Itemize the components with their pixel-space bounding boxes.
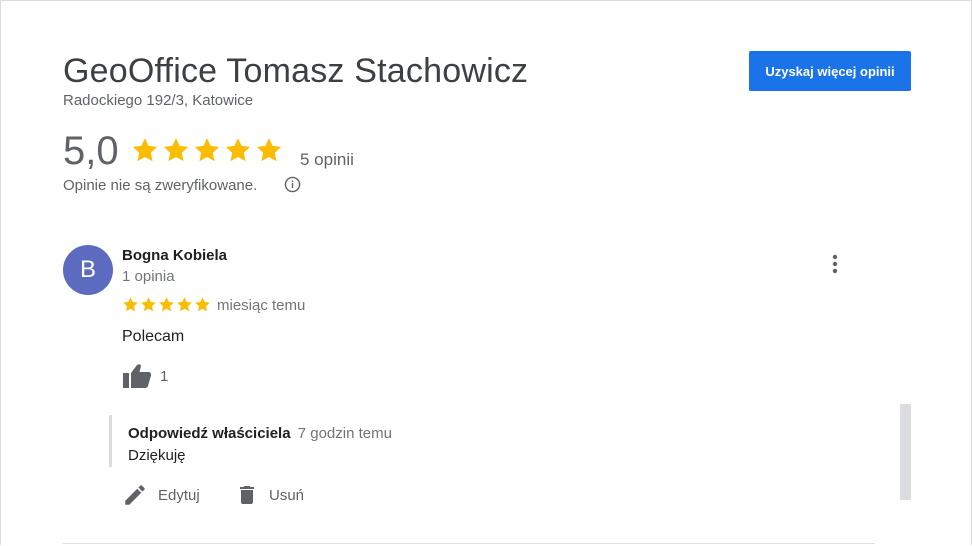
reviewer-review-count: 1 opinia (122, 268, 175, 285)
scrollbar[interactable] (900, 404, 911, 500)
business-address: Radockiego 192/3, Katowice (63, 92, 254, 109)
owner-reply-header: Odpowiedź właściciela 7 godzin temu (128, 425, 392, 442)
review-text: Polecam (122, 328, 185, 345)
owner-reply-label: Odpowiedź właściciela (128, 425, 291, 442)
edit-label: Edytuj (158, 486, 200, 504)
review-stars (122, 296, 211, 313)
delete-label: Usuń (269, 486, 305, 504)
owner-reply-time: 7 godzin temu (297, 425, 392, 442)
business-name: GeoOffice Tomasz Stachowicz (63, 52, 529, 90)
star-icon (194, 138, 220, 162)
avatar[interactable]: B (63, 245, 113, 295)
thumbs-up-icon[interactable] (122, 363, 152, 389)
reply-divider (109, 415, 112, 467)
more-vert-icon[interactable] (823, 252, 847, 276)
star-icon (141, 297, 156, 312)
owner-reply-text: Dziękuję (128, 447, 186, 464)
star-icon (195, 297, 210, 312)
star-icon (177, 297, 192, 312)
review-divider (63, 543, 875, 544)
rating-stars (131, 136, 283, 164)
delete-reply-button[interactable]: Usuń (235, 482, 304, 508)
average-rating: 5,0 (63, 129, 119, 173)
reviewer-name[interactable]: Bogna Kobiela (122, 247, 227, 264)
unverified-note: Opinie nie są zweryfikowane. (63, 177, 258, 194)
star-icon (132, 138, 158, 162)
star-icon (163, 138, 189, 162)
star-icon (123, 297, 138, 312)
review-count: 5 opinii (300, 150, 354, 169)
review-time: miesiąc temu (217, 297, 306, 314)
star-icon (256, 138, 282, 162)
pencil-icon (125, 485, 145, 505)
star-icon (159, 297, 174, 312)
trash-icon (240, 486, 254, 504)
like-count: 1 (160, 368, 169, 385)
star-icon (225, 138, 251, 162)
info-icon[interactable] (284, 176, 301, 193)
get-more-reviews-button[interactable]: Uzyskaj więcej opinii (749, 51, 911, 91)
edit-reply-button[interactable]: Edytuj (122, 482, 200, 508)
